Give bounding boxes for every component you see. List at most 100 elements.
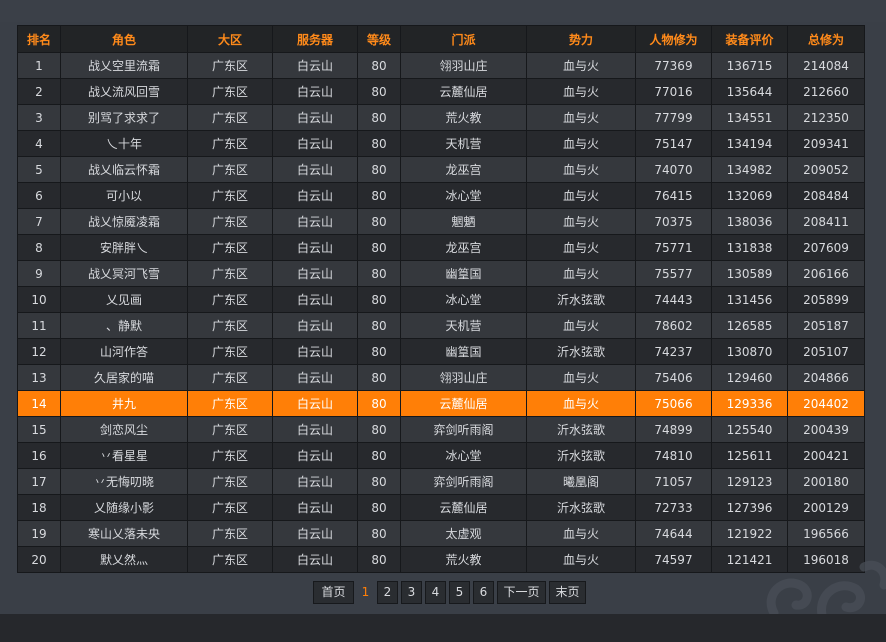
cell-character-cultivation: 78602 bbox=[635, 312, 712, 339]
cell-level: 80 bbox=[357, 494, 401, 521]
cell-level: 80 bbox=[357, 208, 401, 235]
table-row[interactable]: 13 久居家的喵 广东区 白云山 80 翎羽山庄 血与火 75406 129460 204866 bbox=[17, 364, 865, 391]
cell-equipment-score: 129123 bbox=[711, 468, 788, 495]
cell-equipment-score: 132069 bbox=[711, 182, 788, 209]
header-total-cultivation[interactable]: 总修为 bbox=[787, 25, 865, 53]
cell-rank: 5 bbox=[17, 156, 61, 183]
cell-region: 广东区 bbox=[187, 312, 273, 339]
header-faction[interactable]: 势力 bbox=[526, 25, 636, 53]
header-sect[interactable]: 门派 bbox=[400, 25, 527, 53]
table-row[interactable]: 1 战乂空里流霜 广东区 白云山 80 翎羽山庄 血与火 77369 136715 214084 bbox=[17, 52, 865, 79]
table-row[interactable]: 20 默乂然灬 广东区 白云山 80 荒火教 血与火 74597 121421 196018 bbox=[17, 546, 865, 573]
cell-character-cultivation: 75066 bbox=[635, 390, 712, 417]
cell-role: 乀十年 bbox=[60, 130, 188, 157]
header-character-cultivation[interactable]: 人物修为 bbox=[635, 25, 712, 53]
cell-character-cultivation: 75771 bbox=[635, 234, 712, 261]
cell-level: 80 bbox=[357, 390, 401, 417]
cell-server: 白云山 bbox=[272, 312, 358, 339]
cell-faction: 沂水弦歌 bbox=[526, 494, 636, 521]
cell-role: 安胖胖乀 bbox=[60, 234, 188, 261]
cell-faction: 曦凰阁 bbox=[526, 468, 636, 495]
cell-rank: 18 bbox=[17, 494, 61, 521]
cell-region: 广东区 bbox=[187, 78, 273, 105]
cell-server: 白云山 bbox=[272, 78, 358, 105]
cell-equipment-score: 121922 bbox=[711, 520, 788, 547]
table-row[interactable]: 10 乂见画 广东区 白云山 80 冰心堂 沂水弦歌 74443 131456 205899 bbox=[17, 286, 865, 313]
table-row[interactable]: 9 战乂冥河飞雪 广东区 白云山 80 幽篁国 血与火 75577 130589 206166 bbox=[17, 260, 865, 287]
cell-sect: 太虚观 bbox=[400, 520, 527, 547]
header-rank[interactable]: 排名 bbox=[17, 25, 61, 53]
cell-total-cultivation: 205187 bbox=[787, 312, 865, 339]
cell-total-cultivation: 209052 bbox=[787, 156, 865, 183]
cell-equipment-score: 138036 bbox=[711, 208, 788, 235]
table-row[interactable]: 3 别骂了求求了 广东区 白云山 80 荒火教 血与火 77799 134551 212350 bbox=[17, 104, 865, 131]
header-region[interactable]: 大区 bbox=[187, 25, 273, 53]
table-row[interactable]: 16 丷看星星 广东区 白云山 80 冰心堂 沂水弦歌 74810 125611 200421 bbox=[17, 442, 865, 469]
cell-server: 白云山 bbox=[272, 416, 358, 443]
table-row[interactable]: 12 山河作答 广东区 白云山 80 幽篁国 沂水弦歌 74237 130870 205107 bbox=[17, 338, 865, 365]
page-2-button[interactable]: 2 bbox=[377, 581, 398, 604]
cell-faction: 血与火 bbox=[526, 182, 636, 209]
cell-sect: 弈剑听雨阁 bbox=[400, 468, 527, 495]
cell-equipment-score: 129460 bbox=[711, 364, 788, 391]
page-3-button[interactable]: 3 bbox=[401, 581, 422, 604]
table-row[interactable]: 2 战乂流风回雪 广东区 白云山 80 云麓仙居 血与火 77016 135644 212660 bbox=[17, 78, 865, 105]
cell-server: 白云山 bbox=[272, 156, 358, 183]
table-row[interactable]: 11 、静默 广东区 白云山 80 天机营 血与火 78602 126585 205187 bbox=[17, 312, 865, 339]
table-row[interactable]: 4 乀十年 广东区 白云山 80 天机营 血与火 75147 134194 209341 bbox=[17, 130, 865, 157]
header-equipment-score[interactable]: 装备评价 bbox=[711, 25, 788, 53]
cell-total-cultivation: 207609 bbox=[787, 234, 865, 261]
cell-rank: 15 bbox=[17, 416, 61, 443]
table-row[interactable]: 17 丷无悔叨晓 广东区 白云山 80 弈剑听雨阁 曦凰阁 71057 129123 200180 bbox=[17, 468, 865, 495]
cell-character-cultivation: 72733 bbox=[635, 494, 712, 521]
last-page-button[interactable]: 末页 bbox=[549, 581, 586, 604]
cell-server: 白云山 bbox=[272, 260, 358, 287]
table-row[interactable]: 15 剑恋风尘 广东区 白云山 80 弈剑听雨阁 沂水弦歌 74899 125540 200439 bbox=[17, 416, 865, 443]
cell-character-cultivation: 75147 bbox=[635, 130, 712, 157]
page-6-button[interactable]: 6 bbox=[473, 581, 494, 604]
cell-equipment-score: 131456 bbox=[711, 286, 788, 313]
table-row[interactable]: 7 战乂惊魇凌霜 广东区 白云山 80 魍魉 血与火 70375 138036 208411 bbox=[17, 208, 865, 235]
cell-total-cultivation: 204866 bbox=[787, 364, 865, 391]
cell-server: 白云山 bbox=[272, 390, 358, 417]
header-server[interactable]: 服务器 bbox=[272, 25, 358, 53]
table-row[interactable]: 14 井九 广东区 白云山 80 云麓仙居 血与火 75066 129336 204402 bbox=[17, 390, 865, 417]
table-row[interactable]: 8 安胖胖乀 广东区 白云山 80 龙巫宫 血与火 75771 131838 207609 bbox=[17, 234, 865, 261]
cell-server: 白云山 bbox=[272, 208, 358, 235]
cell-faction: 血与火 bbox=[526, 520, 636, 547]
cell-sect: 龙巫宫 bbox=[400, 156, 527, 183]
table-row[interactable]: 6 可小以 广东区 白云山 80 冰心堂 血与火 76415 132069 208484 bbox=[17, 182, 865, 209]
cell-total-cultivation: 200129 bbox=[787, 494, 865, 521]
cell-total-cultivation: 209341 bbox=[787, 130, 865, 157]
cell-rank: 2 bbox=[17, 78, 61, 105]
cell-total-cultivation: 205899 bbox=[787, 286, 865, 313]
cell-region: 广东区 bbox=[187, 52, 273, 79]
header-level[interactable]: 等级 bbox=[357, 25, 401, 53]
table-row[interactable]: 19 寒山乂落未央 广东区 白云山 80 太虚观 血与火 74644 121922 196566 bbox=[17, 520, 865, 547]
cell-equipment-score: 129336 bbox=[711, 390, 788, 417]
cell-character-cultivation: 74644 bbox=[635, 520, 712, 547]
header-role[interactable]: 角色 bbox=[60, 25, 188, 53]
cell-role: 丷无悔叨晓 bbox=[60, 468, 188, 495]
first-page-button[interactable]: 首页 bbox=[313, 581, 354, 604]
cell-server: 白云山 bbox=[272, 468, 358, 495]
cell-server: 白云山 bbox=[272, 104, 358, 131]
page-1-button[interactable]: 1 bbox=[357, 581, 374, 604]
cell-rank: 20 bbox=[17, 546, 61, 573]
page-4-button[interactable]: 4 bbox=[425, 581, 446, 604]
cell-level: 80 bbox=[357, 546, 401, 573]
page-5-button[interactable]: 5 bbox=[449, 581, 470, 604]
cell-sect: 翎羽山庄 bbox=[400, 52, 527, 79]
bottom-bar bbox=[0, 614, 886, 642]
cell-server: 白云山 bbox=[272, 546, 358, 573]
cell-faction: 沂水弦歌 bbox=[526, 416, 636, 443]
table-row[interactable]: 5 战乂临云怀霜 广东区 白云山 80 龙巫宫 血与火 74070 134982 209052 bbox=[17, 156, 865, 183]
cell-level: 80 bbox=[357, 520, 401, 547]
cell-server: 白云山 bbox=[272, 52, 358, 79]
cell-role: 井九 bbox=[60, 390, 188, 417]
next-page-button[interactable]: 下一页 bbox=[497, 581, 546, 604]
cell-role: 战乂冥河飞雪 bbox=[60, 260, 188, 287]
cell-character-cultivation: 74597 bbox=[635, 546, 712, 573]
cell-character-cultivation: 70375 bbox=[635, 208, 712, 235]
table-row[interactable]: 18 乂随缘小影 广东区 白云山 80 云麓仙居 沂水弦歌 72733 127396 200129 bbox=[17, 494, 865, 521]
